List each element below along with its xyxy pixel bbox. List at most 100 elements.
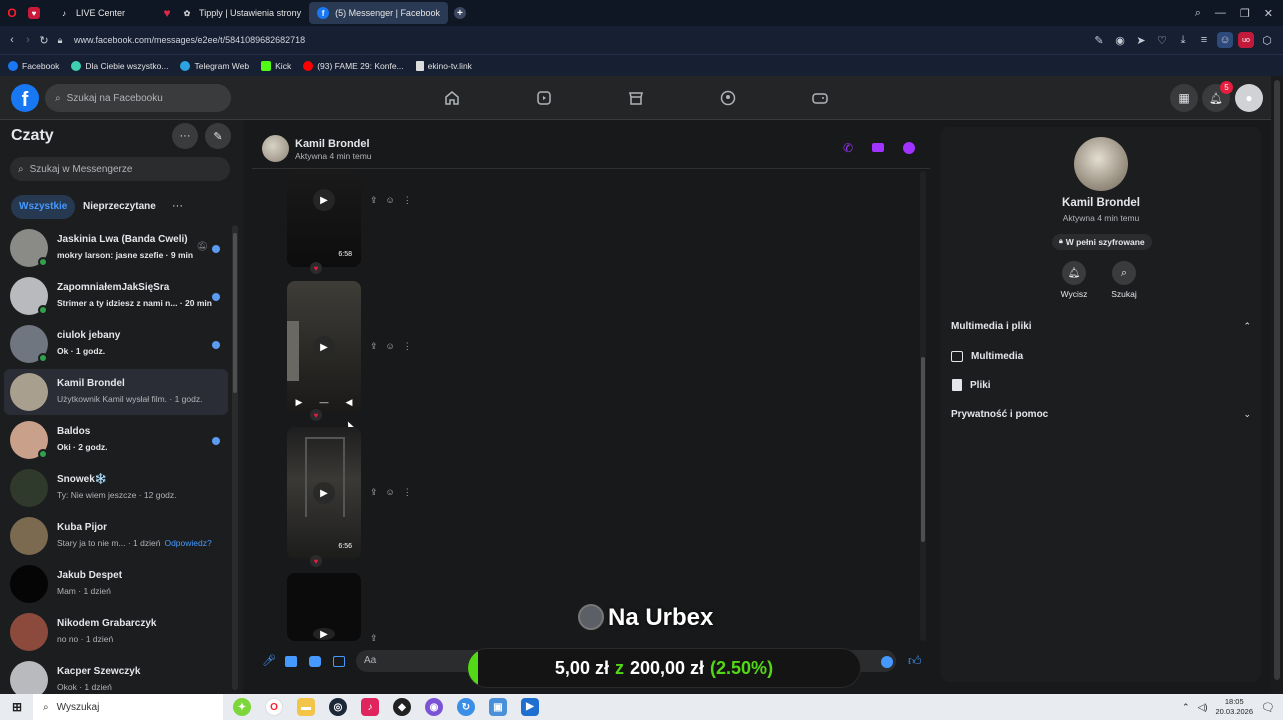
like-icon[interactable]: 👍︎ [908, 653, 922, 669]
windows-start-icon[interactable]: ⊞ [8, 698, 26, 716]
bookmark-ekino[interactable]: ekino-tv.link [415, 60, 472, 71]
bookmark-youtube[interactable]: (93) FAME 29: Konfe... [303, 60, 404, 71]
more-icon[interactable]: ⋮ [403, 341, 412, 352]
filter-unread[interactable]: Nieprzeczytane [83, 195, 156, 219]
home-icon[interactable] [444, 90, 460, 106]
progress-bar-icon[interactable]: — [319, 397, 328, 407]
chat-list-item[interactable]: Jaskinia Lwa (Banda Cweli) mokry larson: … [4, 225, 228, 271]
share-icon[interactable]: ⇪ [370, 633, 378, 644]
mic-icon[interactable]: 🎤︎ [262, 654, 276, 667]
folder-icon[interactable]: ▬ [297, 698, 315, 716]
share-icon[interactable]: ⇪ [370, 195, 378, 206]
heart-reaction-icon[interactable]: ♥ [310, 555, 322, 567]
sticker-icon[interactable] [309, 656, 321, 667]
workspace-icon[interactable]: ♥ [28, 7, 40, 19]
back-icon[interactable]: ‹ [4, 32, 20, 48]
restore-icon[interactable]: ❐ [1240, 7, 1250, 20]
heart-reaction-icon[interactable]: ♥ [310, 262, 322, 274]
page-scrollbar[interactable] [1271, 76, 1283, 694]
play-small-icon[interactable]: ▶ [296, 397, 303, 408]
video-message[interactable]: ▶ 6:56 [287, 427, 361, 559]
tab-messenger[interactable]: f (5) Messenger | Facebook [309, 2, 448, 24]
menu-grid-button[interactable]: ▦ [1170, 84, 1198, 112]
tab-live-center[interactable]: ♪ LIVE Center [50, 2, 133, 24]
url-field[interactable]: www.facebook.com/messages/e2ee/t/5841089… [74, 35, 305, 45]
opera-icon[interactable]: O [265, 698, 283, 716]
notification-center-icon[interactable]: 🗨︎ [1261, 701, 1275, 714]
gaming-icon[interactable] [812, 90, 828, 106]
heart-reaction-icon[interactable]: ♥ [310, 409, 322, 421]
react-icon[interactable]: ☺ [386, 195, 395, 206]
taskbar-search-box[interactable]: ⌕ Wyszukaj [33, 694, 223, 720]
share-icon[interactable]: ⇪ [370, 487, 378, 498]
marketplace-icon[interactable] [628, 90, 644, 106]
encryption-badge[interactable]: 🔒︎ W pełni szyfrowane [1052, 234, 1152, 250]
conversation-scroll-thumb[interactable] [921, 357, 925, 542]
share-icon[interactable]: ⇪ [370, 341, 378, 352]
camera-icon[interactable]: ◉ [1112, 32, 1128, 48]
new-message-button[interactable]: ✎ [205, 123, 231, 149]
steam-icon[interactable]: ◎ [329, 698, 347, 716]
page-scroll-thumb[interactable] [1274, 80, 1280, 680]
voice-call-icon[interactable]: ✆ [843, 141, 853, 155]
contact-name[interactable]: Kamil Brondel [295, 138, 370, 150]
react-icon[interactable]: ☺ [386, 341, 395, 352]
files-item[interactable]: Pliki [951, 375, 991, 395]
contact-avatar[interactable] [262, 135, 289, 162]
tab-tipply[interactable]: ✿ Tipply | Ustawienia strony [173, 2, 309, 24]
profile-icon[interactable]: ☺ [1217, 32, 1233, 48]
play-icon[interactable]: ▶ [313, 628, 335, 640]
app-icon-green[interactable]: ✦ [233, 698, 251, 716]
chat-list-item[interactable]: Snowek❄️ Ty: Nie wiem jeszcze · 12 godz. [4, 465, 228, 511]
heart-icon[interactable]: ♡ [1154, 32, 1170, 48]
mute-button[interactable]: 🔔︎ [1062, 261, 1086, 285]
play-icon[interactable]: ▶ [313, 189, 335, 211]
more-icon[interactable]: ⋮ [403, 487, 412, 498]
gallery-icon[interactable] [285, 656, 297, 667]
gif-icon[interactable] [333, 656, 345, 667]
clock[interactable]: 18:05 20.03.2026 [1215, 697, 1253, 717]
volume-icon[interactable]: ◀ [346, 397, 353, 408]
reload-icon[interactable]: ↻ [36, 32, 52, 48]
video-message[interactable]: ▶ [287, 573, 361, 641]
emoji-icon[interactable] [881, 656, 893, 668]
extensions-icon[interactable]: ⬡ [1259, 32, 1275, 48]
edit-icon[interactable]: ✎ [1091, 32, 1107, 48]
facebook-logo-icon[interactable]: f [11, 84, 39, 112]
app-icon-blue[interactable]: ↻ [457, 698, 475, 716]
opera-logo-icon[interactable]: O [6, 6, 18, 20]
groups-icon[interactable] [720, 90, 736, 106]
bookmark-kick[interactable]: Kick [261, 60, 291, 71]
forward-icon[interactable]: › [20, 32, 36, 48]
app-icon-dark[interactable]: ◆ [393, 698, 411, 716]
bookmark-dla-ciebie[interactable]: Dla Ciebie wszystko... [71, 60, 168, 71]
video-call-icon[interactable] [872, 143, 884, 152]
sidebar-scroll-thumb[interactable] [233, 233, 237, 393]
tray-chevron-icon[interactable]: ⌃ [1182, 702, 1190, 713]
search-tabs-icon[interactable]: ⌕ [1195, 7, 1201, 20]
menu-icon[interactable]: ≡ [1196, 32, 1212, 48]
minimize-icon[interactable]: — [1215, 7, 1226, 20]
send-icon[interactable]: ➤ [1133, 32, 1149, 48]
search-conversation-button[interactable]: ⌕ [1112, 261, 1136, 285]
bookmark-telegram[interactable]: Telegram Web [180, 60, 249, 71]
more-icon[interactable]: ⋮ [403, 195, 412, 206]
reply-link[interactable]: Odpowiedz? [164, 538, 211, 548]
tiktok-app-icon[interactable]: ♪ [361, 698, 379, 716]
bookmark-facebook[interactable]: Facebook [8, 60, 59, 71]
sidebar-scrollbar[interactable] [232, 225, 238, 690]
conversation-info-icon[interactable] [903, 142, 915, 154]
section-privacy-help[interactable]: Prywatność i pomoc ⌄ [951, 404, 1251, 424]
new-tab-icon[interactable]: + [453, 7, 466, 19]
profile-photo[interactable] [1074, 137, 1128, 191]
app-icon-window[interactable]: ▣ [489, 698, 507, 716]
conversation-scrollbar[interactable] [920, 171, 926, 641]
play-icon[interactable]: ▶ [313, 336, 335, 358]
filter-all[interactable]: Wszystkie [11, 195, 76, 219]
react-icon[interactable]: ☺ [386, 487, 395, 498]
filter-more[interactable]: ··· [172, 195, 183, 219]
messenger-search-box[interactable]: ⌕ Szukaj w Messengerze [10, 157, 230, 181]
chat-list-item[interactable]: Baldos Oki · 2 godz. [4, 417, 228, 463]
close-window-icon[interactable]: ✕ [1264, 7, 1273, 20]
section-media-files[interactable]: Multimedia i pliki ⌃ [951, 316, 1251, 336]
